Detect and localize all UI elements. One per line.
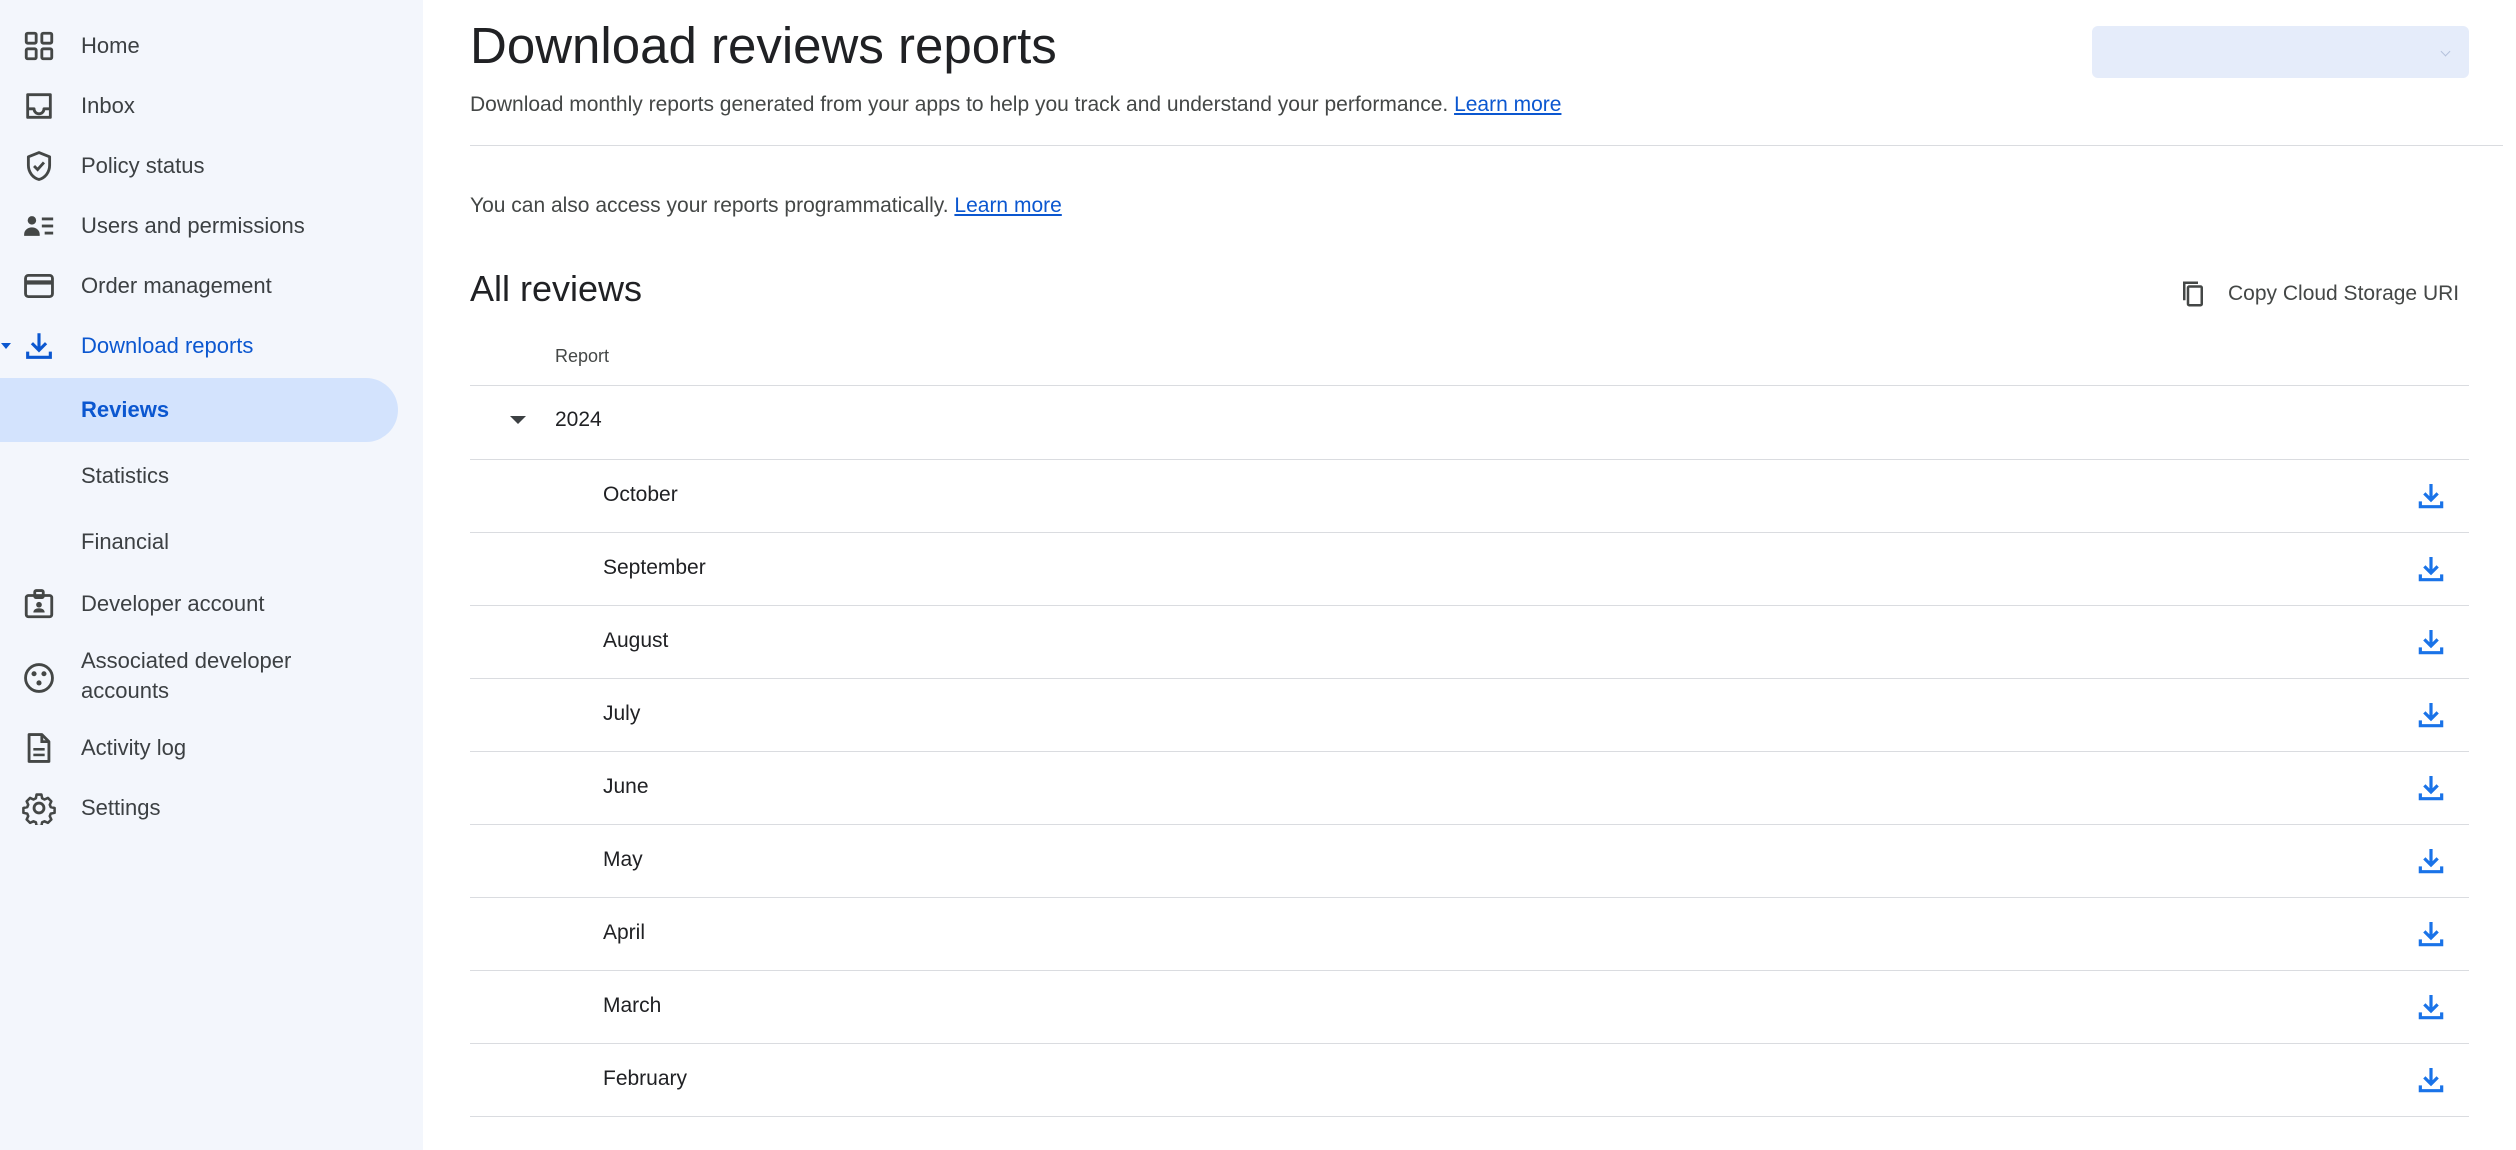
table-row: February bbox=[470, 1044, 2469, 1117]
month-label: May bbox=[603, 848, 643, 871]
sidebar-item-label: Inbox bbox=[81, 93, 135, 118]
sidebar-item-download-reports[interactable]: Download reports bbox=[0, 316, 400, 376]
copy-button-label: Copy Cloud Storage URI bbox=[2228, 282, 2460, 305]
sidebar-item-label: Activity log bbox=[81, 735, 187, 760]
month-label: July bbox=[603, 702, 641, 725]
sidebar-item-label: Download reports bbox=[81, 333, 254, 358]
page-subtitle-text: Download monthly reports generated from … bbox=[470, 93, 1449, 116]
download-icon[interactable] bbox=[2415, 772, 2447, 804]
sidebar-subitem-label: Reviews bbox=[81, 397, 170, 422]
gear-icon bbox=[22, 791, 56, 825]
sidebar-subitem-label: Financial bbox=[81, 529, 170, 554]
download-icon[interactable] bbox=[2415, 918, 2447, 950]
header-divider bbox=[470, 145, 2503, 146]
table-row: May bbox=[470, 825, 2469, 898]
app-selector[interactable] bbox=[2092, 26, 2469, 78]
programmatic-access-note: You can also access your reports program… bbox=[470, 193, 1062, 219]
month-label: March bbox=[603, 994, 662, 1017]
document-icon bbox=[22, 731, 56, 765]
download-icon[interactable] bbox=[2415, 553, 2447, 585]
table-row: April bbox=[470, 898, 2469, 971]
year-row[interactable]: 2024 bbox=[470, 386, 2469, 459]
learn-more-link[interactable]: Learn more bbox=[1454, 93, 1561, 116]
download-icon[interactable] bbox=[2415, 480, 2447, 512]
sidebar: Home Inbox Policy status Users and permi… bbox=[0, 0, 423, 1150]
sidebar-item-label: Home bbox=[81, 33, 140, 58]
table-row: July bbox=[470, 679, 2469, 752]
download-icon[interactable] bbox=[2415, 991, 2447, 1023]
copy-cloud-storage-uri-button[interactable]: Copy Cloud Storage URI bbox=[2178, 276, 2459, 312]
sidebar-item-label: Users and permissions bbox=[81, 213, 305, 238]
sidebar-subitem-reviews[interactable]: Reviews bbox=[0, 378, 398, 442]
table-row: August bbox=[470, 606, 2469, 679]
page-subtitle: Download monthly reports generated from … bbox=[470, 92, 1561, 118]
sidebar-subitem-financial[interactable]: Financial bbox=[0, 510, 398, 574]
table-row: October bbox=[470, 460, 2469, 533]
page-title: Download reviews reports bbox=[470, 17, 1057, 74]
sidebar-item-users-permissions[interactable]: Users and permissions bbox=[0, 196, 400, 256]
sidebar-subitem-statistics[interactable]: Statistics bbox=[0, 444, 398, 508]
shield-check-icon bbox=[22, 149, 56, 183]
month-label: June bbox=[603, 775, 649, 798]
app-root: Home Inbox Policy status Users and permi… bbox=[0, 0, 2516, 1150]
month-label: February bbox=[603, 1067, 688, 1090]
linked-accounts-icon bbox=[22, 661, 56, 695]
table-divider bbox=[470, 1116, 2469, 1117]
sidebar-item-label: Settings bbox=[81, 795, 161, 820]
programmatic-learn-more-link[interactable]: Learn more bbox=[954, 194, 1061, 217]
sidebar-item-order-management[interactable]: Order management bbox=[0, 256, 400, 316]
year-label: 2024 bbox=[555, 408, 602, 431]
sidebar-item-inbox[interactable]: Inbox bbox=[0, 76, 400, 136]
programmatic-access-text: You can also access your reports program… bbox=[470, 194, 949, 217]
month-label: April bbox=[603, 921, 646, 944]
download-icon[interactable] bbox=[2415, 845, 2447, 877]
column-header-report: Report bbox=[555, 346, 610, 366]
sidebar-item-activity-log[interactable]: Activity log bbox=[0, 718, 400, 778]
section-title: All reviews bbox=[470, 268, 643, 309]
chevron-down-icon bbox=[2440, 46, 2451, 57]
download-icon[interactable] bbox=[2415, 1064, 2447, 1096]
sidebar-subitem-label: Statistics bbox=[81, 463, 170, 488]
caret-down-icon bbox=[1, 343, 11, 349]
user-list-icon bbox=[22, 209, 56, 243]
sidebar-item-label: Associated developer accounts bbox=[81, 648, 292, 703]
month-label: October bbox=[603, 483, 678, 506]
month-label: September bbox=[603, 556, 706, 579]
download-icon[interactable] bbox=[2415, 699, 2447, 731]
download-icon bbox=[22, 329, 56, 363]
sidebar-item-developer-account[interactable]: Developer account bbox=[0, 574, 400, 634]
main-content: Download reviews reports Download monthl… bbox=[423, 0, 2516, 1150]
sidebar-item-home[interactable]: Home bbox=[0, 16, 400, 76]
sidebar-item-associated-accounts[interactable]: Associated developer accounts bbox=[0, 646, 400, 710]
grid-icon bbox=[22, 29, 56, 63]
table-row: September bbox=[470, 533, 2469, 606]
id-badge-icon bbox=[22, 587, 56, 621]
sidebar-item-policy-status[interactable]: Policy status bbox=[0, 136, 400, 196]
download-icon[interactable] bbox=[2415, 626, 2447, 658]
sidebar-item-settings[interactable]: Settings bbox=[0, 778, 400, 838]
copy-icon bbox=[2178, 279, 2208, 309]
month-label: August bbox=[603, 629, 669, 652]
inbox-icon bbox=[22, 89, 56, 123]
sidebar-item-label: Order management bbox=[81, 273, 272, 298]
table-row: June bbox=[470, 752, 2469, 825]
sidebar-item-label: Policy status bbox=[81, 153, 205, 178]
table-row: March bbox=[470, 971, 2469, 1044]
credit-card-icon bbox=[22, 269, 56, 303]
sidebar-item-label: Developer account bbox=[81, 591, 265, 616]
caret-down-icon[interactable] bbox=[510, 416, 526, 424]
